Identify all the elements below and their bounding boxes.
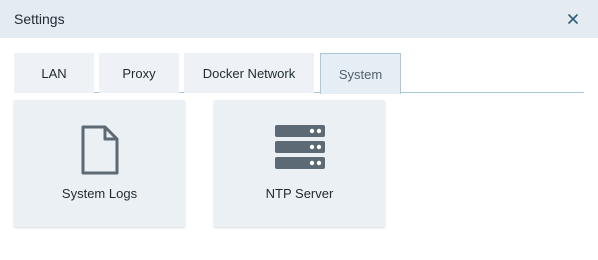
server-icon: [274, 125, 325, 169]
ntp-server-card[interactable]: NTP Server: [214, 100, 385, 227]
dialog-titlebar: Settings: [0, 0, 598, 38]
tab-system[interactable]: System: [320, 53, 401, 94]
dialog-title: Settings: [14, 11, 65, 27]
close-icon: [568, 14, 578, 24]
tab-label: LAN: [41, 65, 67, 81]
tab-label: Proxy: [122, 65, 156, 81]
tab-bar: LAN Proxy Docker Network System: [14, 53, 584, 94]
tab-docker-network[interactable]: Docker Network: [184, 53, 314, 93]
close-button[interactable]: [561, 7, 585, 31]
document-icon: [81, 125, 118, 175]
tab-label: Docker Network: [202, 65, 296, 81]
card-label: NTP Server: [265, 186, 334, 201]
tab-proxy[interactable]: Proxy: [99, 53, 179, 93]
card-label: System Logs: [61, 186, 138, 201]
system-logs-card[interactable]: System Logs: [14, 100, 185, 227]
tab-lan[interactable]: LAN: [14, 53, 94, 93]
tab-label: System: [338, 66, 383, 82]
